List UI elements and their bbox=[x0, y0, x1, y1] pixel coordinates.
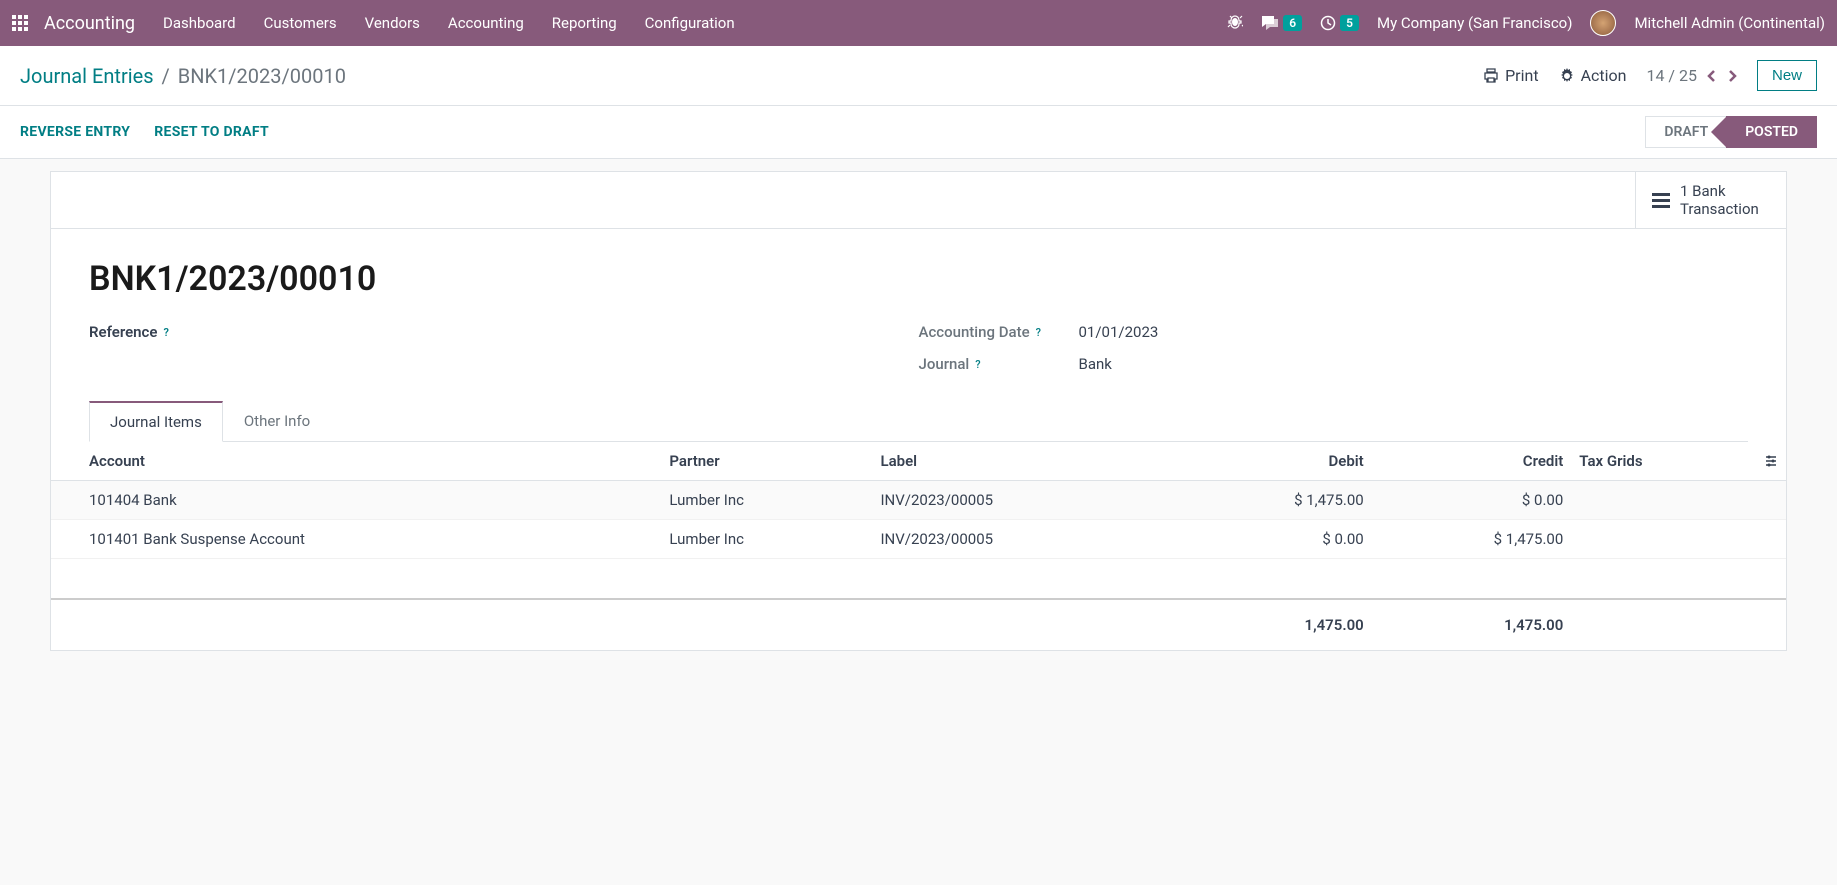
col-debit: Debit bbox=[1172, 442, 1372, 481]
total-credit: 1,475.00 bbox=[1372, 599, 1572, 650]
company-selector[interactable]: My Company (San Francisco) bbox=[1377, 14, 1572, 32]
status-posted[interactable]: POSTED bbox=[1726, 116, 1817, 148]
accounting-date-value[interactable]: 01/01/2023 bbox=[1079, 323, 1159, 341]
reference-label: Reference? bbox=[89, 323, 249, 341]
help-icon[interactable]: ? bbox=[163, 326, 168, 339]
journal-items-table: Account Partner Label Debit Credit Tax G… bbox=[51, 442, 1786, 650]
print-label: Print bbox=[1505, 66, 1538, 85]
debug-icon[interactable] bbox=[1227, 15, 1243, 31]
nav-vendors[interactable]: Vendors bbox=[365, 14, 420, 32]
col-credit: Credit bbox=[1372, 442, 1572, 481]
app-name[interactable]: Accounting bbox=[44, 13, 135, 34]
table-row[interactable]: 101401 Bank Suspense Account Lumber Inc … bbox=[51, 520, 1786, 559]
messages-badge: 6 bbox=[1283, 15, 1302, 31]
cell-partner: Lumber Inc bbox=[661, 520, 872, 559]
cell-label: INV/2023/00005 bbox=[872, 481, 1172, 520]
col-label: Label bbox=[872, 442, 1172, 481]
action-label: Action bbox=[1581, 66, 1627, 85]
cell-partner: Lumber Inc bbox=[661, 481, 872, 520]
bank-transaction-label: 1 Bank Transaction bbox=[1680, 182, 1770, 218]
col-tax-grids: Tax Grids bbox=[1571, 442, 1756, 481]
cell-credit: $ 0.00 bbox=[1372, 481, 1572, 520]
pager-prev[interactable] bbox=[1707, 69, 1717, 83]
breadcrumb-sep: / bbox=[162, 64, 170, 88]
nav-reporting[interactable]: Reporting bbox=[552, 14, 617, 32]
breadcrumb-bar: Journal Entries / BNK1/2023/00010 Print … bbox=[0, 46, 1837, 106]
new-button[interactable]: New bbox=[1757, 60, 1817, 91]
journal-value[interactable]: Bank bbox=[1079, 355, 1112, 373]
columns-adjust-icon[interactable] bbox=[1756, 442, 1786, 481]
messages-icon[interactable]: 6 bbox=[1261, 15, 1302, 31]
cell-tax bbox=[1571, 481, 1756, 520]
cell-account: 101401 Bank Suspense Account bbox=[51, 520, 661, 559]
nav-menu: Dashboard Customers Vendors Accounting R… bbox=[163, 14, 735, 32]
cell-account: 101404 Bank bbox=[51, 481, 661, 520]
print-button[interactable]: Print bbox=[1483, 66, 1538, 85]
status-bar: REVERSE ENTRY RESET TO DRAFT DRAFT POSTE… bbox=[0, 106, 1837, 159]
accounting-date-label: Accounting Date? bbox=[919, 323, 1079, 341]
col-account: Account bbox=[51, 442, 661, 481]
pager-next[interactable] bbox=[1727, 69, 1737, 83]
help-icon[interactable]: ? bbox=[1036, 326, 1041, 339]
avatar[interactable] bbox=[1590, 10, 1616, 36]
col-partner: Partner bbox=[661, 442, 872, 481]
action-button[interactable]: Action bbox=[1559, 66, 1627, 85]
totals-row: 1,475.00 1,475.00 bbox=[51, 599, 1786, 650]
cell-debit: $ 0.00 bbox=[1172, 520, 1372, 559]
table-row[interactable]: 101404 Bank Lumber Inc INV/2023/00005 $ … bbox=[51, 481, 1786, 520]
list-icon bbox=[1652, 193, 1670, 208]
cell-label: INV/2023/00005 bbox=[872, 520, 1172, 559]
activity-icon[interactable]: 5 bbox=[1320, 15, 1359, 31]
user-menu[interactable]: Mitchell Admin (Continental) bbox=[1634, 14, 1825, 32]
tabs: Journal Items Other Info bbox=[89, 401, 1748, 442]
status-pills: DRAFT POSTED bbox=[1645, 116, 1817, 148]
bank-transaction-button[interactable]: 1 Bank Transaction bbox=[1635, 172, 1786, 228]
record-title: BNK1/2023/00010 bbox=[89, 259, 1748, 299]
journal-label: Journal? bbox=[919, 355, 1079, 373]
tab-other-info[interactable]: Other Info bbox=[223, 401, 331, 442]
breadcrumb-current: BNK1/2023/00010 bbox=[178, 64, 346, 88]
breadcrumb-parent[interactable]: Journal Entries bbox=[20, 64, 154, 88]
cell-credit: $ 1,475.00 bbox=[1372, 520, 1572, 559]
tab-journal-items[interactable]: Journal Items bbox=[89, 401, 223, 442]
nav-dashboard[interactable]: Dashboard bbox=[163, 14, 236, 32]
nav-accounting[interactable]: Accounting bbox=[448, 14, 524, 32]
pager-text: 14 / 25 bbox=[1646, 66, 1697, 85]
apps-icon[interactable] bbox=[12, 15, 28, 31]
cell-debit: $ 1,475.00 bbox=[1172, 481, 1372, 520]
help-icon[interactable]: ? bbox=[975, 358, 980, 371]
record-card: 1 Bank Transaction BNK1/2023/00010 Refer… bbox=[50, 171, 1787, 651]
cell-tax bbox=[1571, 520, 1756, 559]
nav-configuration[interactable]: Configuration bbox=[645, 14, 735, 32]
activity-badge: 5 bbox=[1340, 15, 1359, 31]
reset-to-draft-button[interactable]: RESET TO DRAFT bbox=[154, 124, 269, 140]
total-debit: 1,475.00 bbox=[1172, 599, 1372, 650]
main-navbar: Accounting Dashboard Customers Vendors A… bbox=[0, 0, 1837, 46]
reverse-entry-button[interactable]: REVERSE ENTRY bbox=[20, 124, 130, 140]
nav-customers[interactable]: Customers bbox=[264, 14, 337, 32]
